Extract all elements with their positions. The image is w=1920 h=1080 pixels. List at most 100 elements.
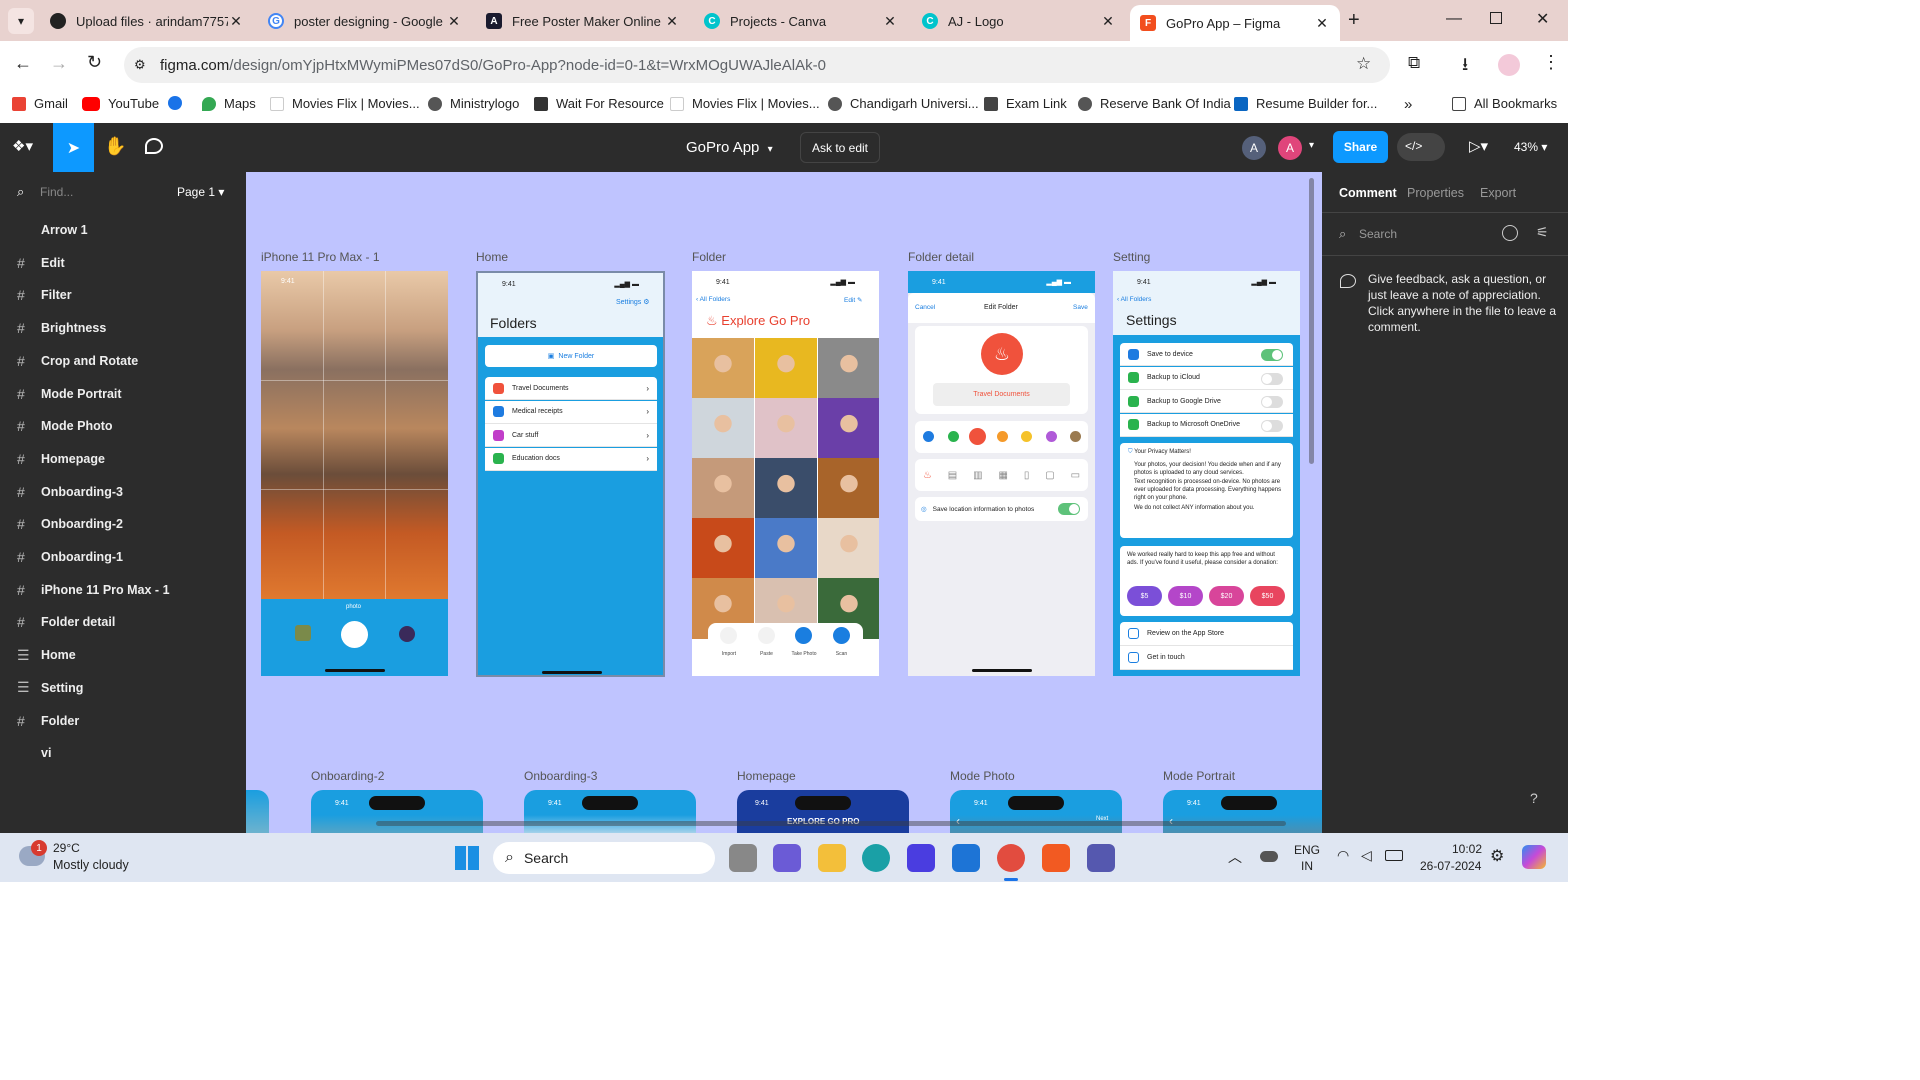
bookmark-maps[interactable]: Maps <box>202 96 256 111</box>
gallery-thumbnail[interactable] <box>295 625 311 641</box>
bookmark-gmail[interactable]: Gmail <box>12 96 68 111</box>
frame-homepage[interactable]: 9:41 EXPLORE GO PRO <box>737 790 909 833</box>
comment-tool-icon[interactable] <box>145 138 163 154</box>
comment-search-input[interactable]: Search <box>1359 227 1397 241</box>
file-title[interactable]: GoPro App ▾ <box>686 139 773 156</box>
frame-label[interactable]: iPhone 11 Pro Max - 1 <box>261 250 380 264</box>
minimize-button[interactable]: — <box>1446 10 1462 28</box>
layer-item[interactable]: # Brightness <box>0 312 246 344</box>
settings-gear-icon[interactable]: ⚙ <box>1490 846 1504 866</box>
design-canvas[interactable]: iPhone 11 Pro Max - 1 Home Folder Folder… <box>246 172 1322 833</box>
tab-google[interactable]: Gposter designing - Google ✕ <box>258 5 472 37</box>
mail-icon[interactable] <box>952 844 980 872</box>
switch-camera-icon[interactable] <box>399 626 415 642</box>
maximize-button[interactable] <box>1490 12 1502 24</box>
tab-comment[interactable]: Comment <box>1339 186 1397 200</box>
frame-label[interactable]: Homepage <box>737 769 796 783</box>
briefcase-icon[interactable]: ▭ <box>1071 470 1080 481</box>
layer-item[interactable]: # Folder <box>0 705 246 737</box>
weather-desc[interactable]: Mostly cloudy <box>53 858 129 872</box>
site-info-icon[interactable]: ⚙ <box>134 57 146 73</box>
download-icon[interactable]: ⭳ <box>1462 52 1468 82</box>
color-swatch[interactable] <box>996 431 1008 442</box>
folder-row[interactable]: Education docs › <box>485 447 657 471</box>
portrait-photo[interactable] <box>692 458 754 519</box>
camera-mode-photo[interactable]: photo <box>346 604 361 610</box>
frame-home[interactable]: 9:41 ▂▄▆ ▬ Settings ⚙ Folders ▣ New Folder… <box>476 271 665 677</box>
portrait-photo[interactable] <box>818 398 879 459</box>
tab-figma[interactable]: F GoPro App – Figma ✕ <box>1130 5 1340 41</box>
figma-menu-icon[interactable]: ❖▾ <box>12 137 33 155</box>
back-all-folders[interactable]: ‹ All Folders <box>696 296 730 303</box>
clock-date[interactable]: 26-07-2024 <box>1420 859 1481 873</box>
layer-item[interactable]: # Onboarding-1 <box>0 541 246 573</box>
bookmark-ministrylogo[interactable]: Ministrylogo <box>428 96 519 111</box>
layer-item[interactable]: # iPhone 11 Pro Max - 1 <box>0 574 246 606</box>
donate-button[interactable]: $5 <box>1127 586 1162 606</box>
bookmark-wait-for-resource[interactable]: Wait For Resource <box>534 96 664 111</box>
archive-icon[interactable]: ▤ <box>948 470 957 481</box>
cancel-button[interactable]: Cancel <box>915 304 935 311</box>
forward-button[interactable]: → <box>50 53 68 74</box>
color-swatch[interactable] <box>969 428 986 445</box>
hand-tool-icon[interactable]: ✋ <box>104 136 126 157</box>
bookmark-resume-builder[interactable]: Resume Builder for... <box>1234 96 1377 111</box>
address-bar[interactable]: ⚙ figma.com/design/omYjpHtxMWymiPMes07dS… <box>124 47 1390 83</box>
frame-mode-portrait[interactable]: 9:41 ‹ <box>1163 790 1322 833</box>
layer-item[interactable]: ☰ Home <box>0 639 246 671</box>
document-icon[interactable]: ▢ <box>1045 470 1054 481</box>
layer-item[interactable]: # Onboarding-3 <box>0 476 246 508</box>
horizontal-scrollbar[interactable] <box>376 821 1286 826</box>
donate-button[interactable]: $10 <box>1168 586 1203 606</box>
clipboard-icon[interactable] <box>757 627 775 644</box>
toggle-switch[interactable] <box>1261 372 1283 385</box>
bookmark-exam-link[interactable]: Exam Link <box>984 96 1067 111</box>
portrait-photo[interactable] <box>818 338 879 399</box>
chevron-up-icon[interactable]: ︿ <box>1228 847 1242 867</box>
ask-to-edit-button[interactable]: Ask to edit <box>800 132 880 163</box>
menu-icon[interactable]: ⋮ <box>1542 52 1560 73</box>
close-icon[interactable]: ✕ <box>1100 13 1116 30</box>
color-swatch[interactable] <box>1070 431 1081 442</box>
bookmark-c[interactable] <box>168 96 190 110</box>
close-window-button[interactable]: ✕ <box>1536 9 1549 29</box>
page-selector[interactable]: Page 1 ▾ <box>177 185 224 199</box>
onedrive-cloud-icon[interactable] <box>1260 851 1278 862</box>
copilot-icon[interactable] <box>1522 845 1546 869</box>
layer-item[interactable]: # Edit <box>0 247 246 279</box>
tab-export[interactable]: Export <box>1480 186 1516 200</box>
portrait-photo[interactable] <box>692 398 754 459</box>
teams-icon[interactable] <box>1087 844 1115 872</box>
back-all-folders[interactable]: ‹ All Folders <box>1117 296 1151 303</box>
layer-item[interactable]: # Folder detail <box>0 606 246 638</box>
frame-label[interactable]: Mode Photo <box>950 769 1015 783</box>
portrait-photo[interactable] <box>755 458 817 519</box>
file-explorer-icon[interactable] <box>818 844 846 872</box>
battery-icon[interactable] <box>1385 850 1403 861</box>
profile-avatar[interactable] <box>1498 54 1520 76</box>
filter-icon[interactable] <box>1502 225 1518 241</box>
save-button[interactable]: Save <box>1073 304 1088 311</box>
color-swatch[interactable] <box>1045 431 1057 442</box>
brave-icon[interactable] <box>1042 844 1070 872</box>
tab-canva-projects[interactable]: C Projects - Canva ✕ <box>694 5 908 37</box>
layer-item[interactable]: # Onboarding-2 <box>0 508 246 540</box>
layer-item[interactable]: ☰ Setting <box>0 672 246 704</box>
toggle-switch[interactable] <box>1261 349 1283 361</box>
vertical-scrollbar[interactable] <box>1309 178 1314 464</box>
bookmark-icon[interactable]: ▯ <box>1024 470 1030 481</box>
gopro-logo-icon[interactable]: ♨ <box>923 470 932 481</box>
portrait-photo[interactable] <box>818 458 879 519</box>
settings-sliders-icon[interactable]: ⚟ <box>1536 224 1549 241</box>
layer-item[interactable]: Arrow 1 <box>0 214 246 246</box>
frame-folder[interactable]: 9:41 ▂▄▆ ▬ ‹ All Folders Edit ✎ ♨ Explore… <box>692 271 879 676</box>
layer-item[interactable]: vi <box>0 737 246 769</box>
find-input[interactable]: Find... <box>40 185 73 199</box>
portrait-photo[interactable] <box>755 398 817 459</box>
clock-time[interactable]: 10:02 <box>1452 842 1482 856</box>
folder-row[interactable]: Travel Documents › <box>485 377 657 400</box>
review-row[interactable]: Review on the App Store <box>1120 622 1293 646</box>
frame-label[interactable]: Folder <box>692 250 726 264</box>
toggle-switch[interactable] <box>1261 396 1283 408</box>
donate-button[interactable]: $20 <box>1209 586 1244 606</box>
